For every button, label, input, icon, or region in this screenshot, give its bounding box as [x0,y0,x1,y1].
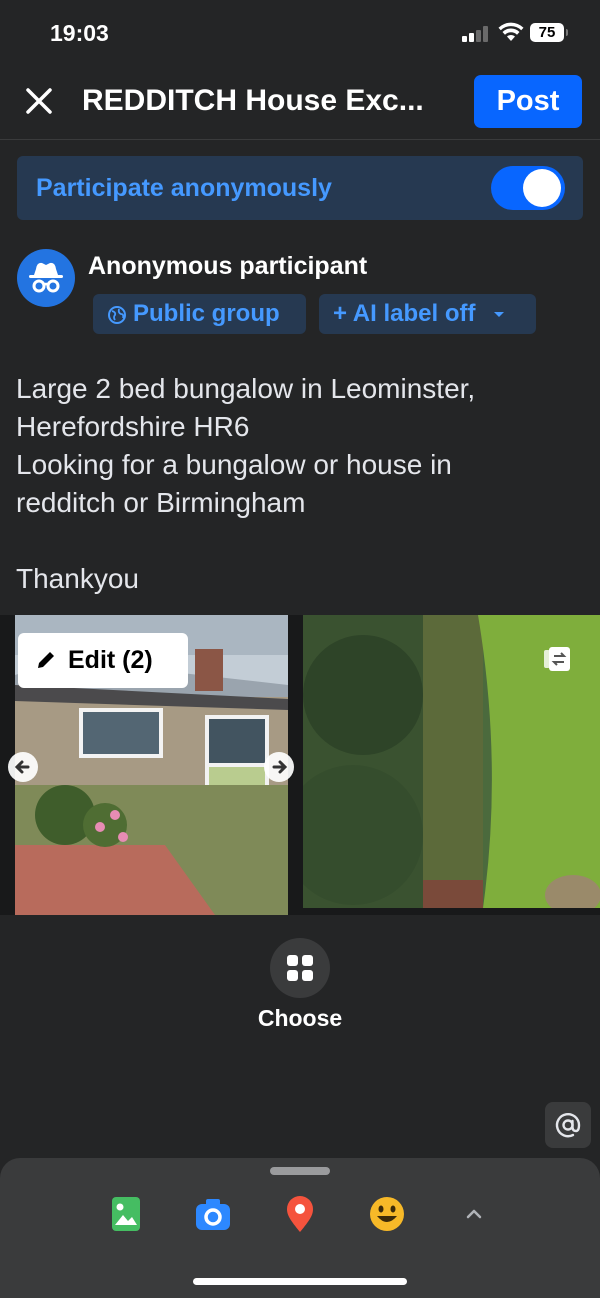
anonymous-toggle[interactable] [491,166,565,210]
battery-icon: 75 [530,23,568,42]
mention-button[interactable] [545,1102,591,1148]
rotate-right-icon[interactable] [264,752,294,782]
attached-media-strip[interactable]: Edit (2) [0,615,600,915]
edit-media-label: Edit (2) [68,646,153,674]
anonymous-toggle-row[interactable]: Participate anonymously [17,156,583,220]
post-text-line [16,522,586,560]
chevron-up-icon[interactable] [454,1194,494,1234]
emoji-icon[interactable] [367,1194,407,1234]
post-text-line: Thankyou [16,563,139,594]
photo-icon[interactable] [106,1194,146,1234]
tray-grabber[interactable] [270,1167,330,1175]
post-button[interactable]: Post [474,75,582,128]
post-text-line: Looking for a bungalow or house in [16,449,452,480]
status-bar: 19:03 75 [0,0,600,64]
incognito-icon [29,262,63,293]
composer-header: REDDITCH House Exc... Post [0,64,600,140]
wifi-icon [498,22,524,41]
grid-icon [287,955,313,981]
globe-icon [108,305,126,324]
post-text-line: redditch or Birmingham [16,487,306,518]
at-sign-icon [555,1113,581,1138]
composer-tools-tray [0,1158,600,1298]
cellular-signal-icon [462,26,490,42]
post-text-line: Large 2 bed bungalow in Leominster, [16,373,476,404]
audience-label: Public group [133,300,280,327]
post-text-line: Herefordshire HR6 [16,411,250,442]
caret-down-icon [494,311,505,317]
post-text-input[interactable]: Large 2 bed bungalow in Leominster, Here… [16,370,586,598]
toggle-knob [523,169,561,207]
location-pin-icon[interactable] [280,1194,320,1234]
swap-media-icon[interactable] [542,645,572,673]
author-name: Anonymous participant [88,252,368,280]
rotate-left-icon[interactable] [8,752,38,782]
camera-icon[interactable] [193,1194,233,1234]
choose-layout-button[interactable] [270,938,330,998]
anonymous-avatar [17,249,75,307]
close-icon[interactable] [22,84,56,118]
status-time: 19:03 [50,20,109,46]
anonymous-label: Participate anonymously [36,174,332,202]
audience-selector[interactable]: Public group [93,294,306,334]
home-indicator [193,1278,407,1285]
ai-label-dropdown[interactable]: + AI label off [319,294,536,334]
edit-media-button[interactable]: Edit (2) [18,633,188,688]
choose-label: Choose [257,1005,343,1031]
ai-label-text: + AI label off [333,300,476,327]
pencil-icon [38,652,54,668]
group-title: REDDITCH House Exc... [82,84,424,117]
